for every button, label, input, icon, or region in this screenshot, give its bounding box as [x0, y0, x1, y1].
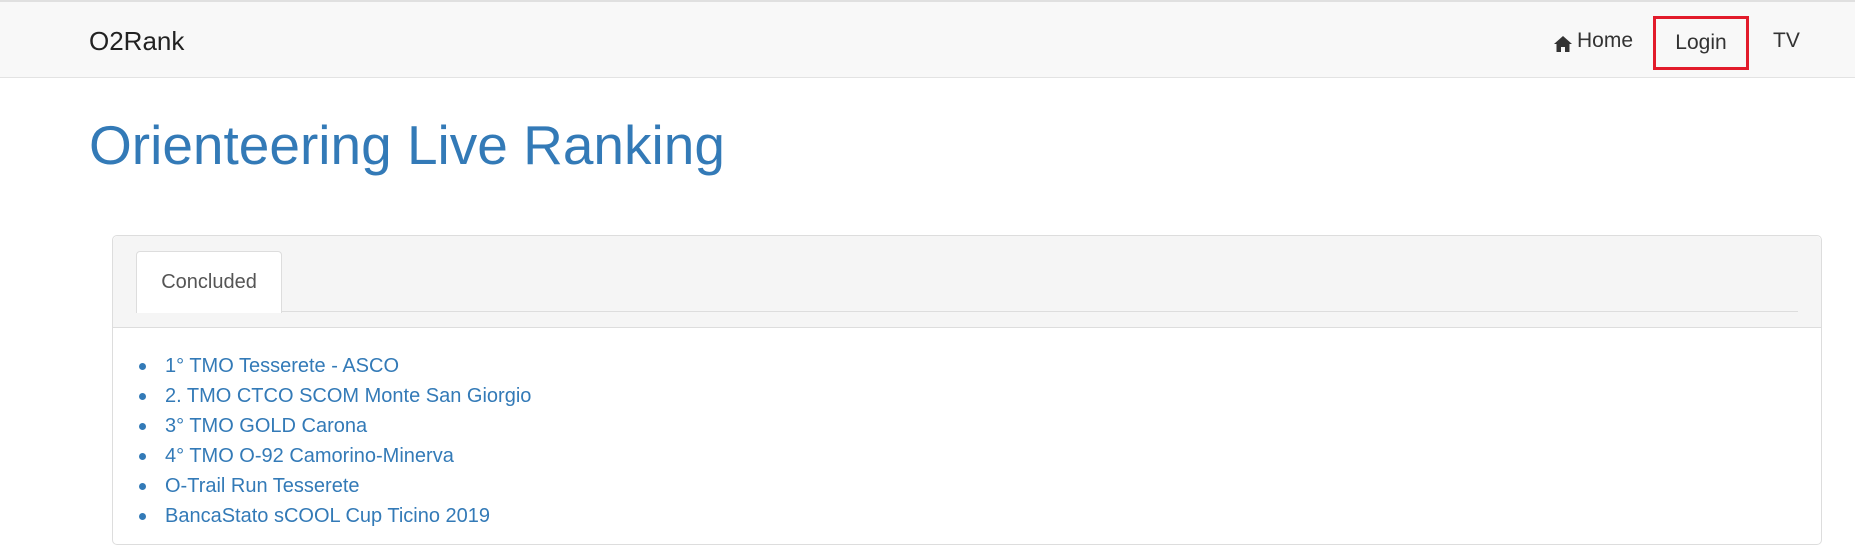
nav-home-label: Home	[1577, 29, 1634, 52]
bullet-icon	[139, 423, 146, 430]
page-title: Orienteering Live Ranking	[89, 114, 725, 176]
list-item: 4° TMO O-92 Camorino-Minerva	[139, 441, 531, 471]
list-item: O-Trail Run Tesserete	[139, 471, 531, 501]
tab-divider	[136, 311, 1798, 312]
bullet-icon	[139, 363, 146, 370]
nav-login-link[interactable]: Login	[1653, 16, 1749, 70]
bullet-icon	[139, 453, 146, 460]
race-link[interactable]: BancaStato sCOOL Cup Ticino 2019	[165, 505, 490, 527]
nav-home-link[interactable]: Home	[1553, 26, 1633, 56]
list-item: 3° TMO GOLD Carona	[139, 411, 531, 441]
list-item: BancaStato sCOOL Cup Ticino 2019	[139, 501, 531, 531]
race-link[interactable]: 1° TMO Tesserete - ASCO	[165, 355, 399, 377]
bullet-icon	[139, 483, 146, 490]
list-item: 2. TMO CTCO SCOM Monte San Giorgio	[139, 381, 531, 411]
race-list: 1° TMO Tesserete - ASCO 2. TMO CTCO SCOM…	[139, 351, 531, 531]
panel-heading: Concluded	[113, 236, 1821, 328]
nav-tv-link[interactable]: TV	[1773, 26, 1800, 56]
race-link[interactable]: 2. TMO CTCO SCOM Monte San Giorgio	[165, 385, 531, 407]
list-item: 1° TMO Tesserete - ASCO	[139, 351, 531, 381]
races-panel: Concluded 1° TMO Tesserete - ASCO 2. TMO…	[112, 235, 1822, 545]
tab-concluded[interactable]: Concluded	[136, 251, 282, 313]
navbar: O2Rank Home Login TV	[0, 0, 1855, 78]
race-link[interactable]: 3° TMO GOLD Carona	[165, 415, 367, 437]
race-link[interactable]: O-Trail Run Tesserete	[165, 475, 360, 497]
race-link[interactable]: 4° TMO O-92 Camorino-Minerva	[165, 445, 454, 467]
home-icon	[1553, 32, 1573, 52]
bullet-icon	[139, 513, 146, 520]
brand-link[interactable]: O2Rank	[89, 26, 184, 56]
bullet-icon	[139, 393, 146, 400]
nav-login-label: Login	[1675, 31, 1727, 54]
